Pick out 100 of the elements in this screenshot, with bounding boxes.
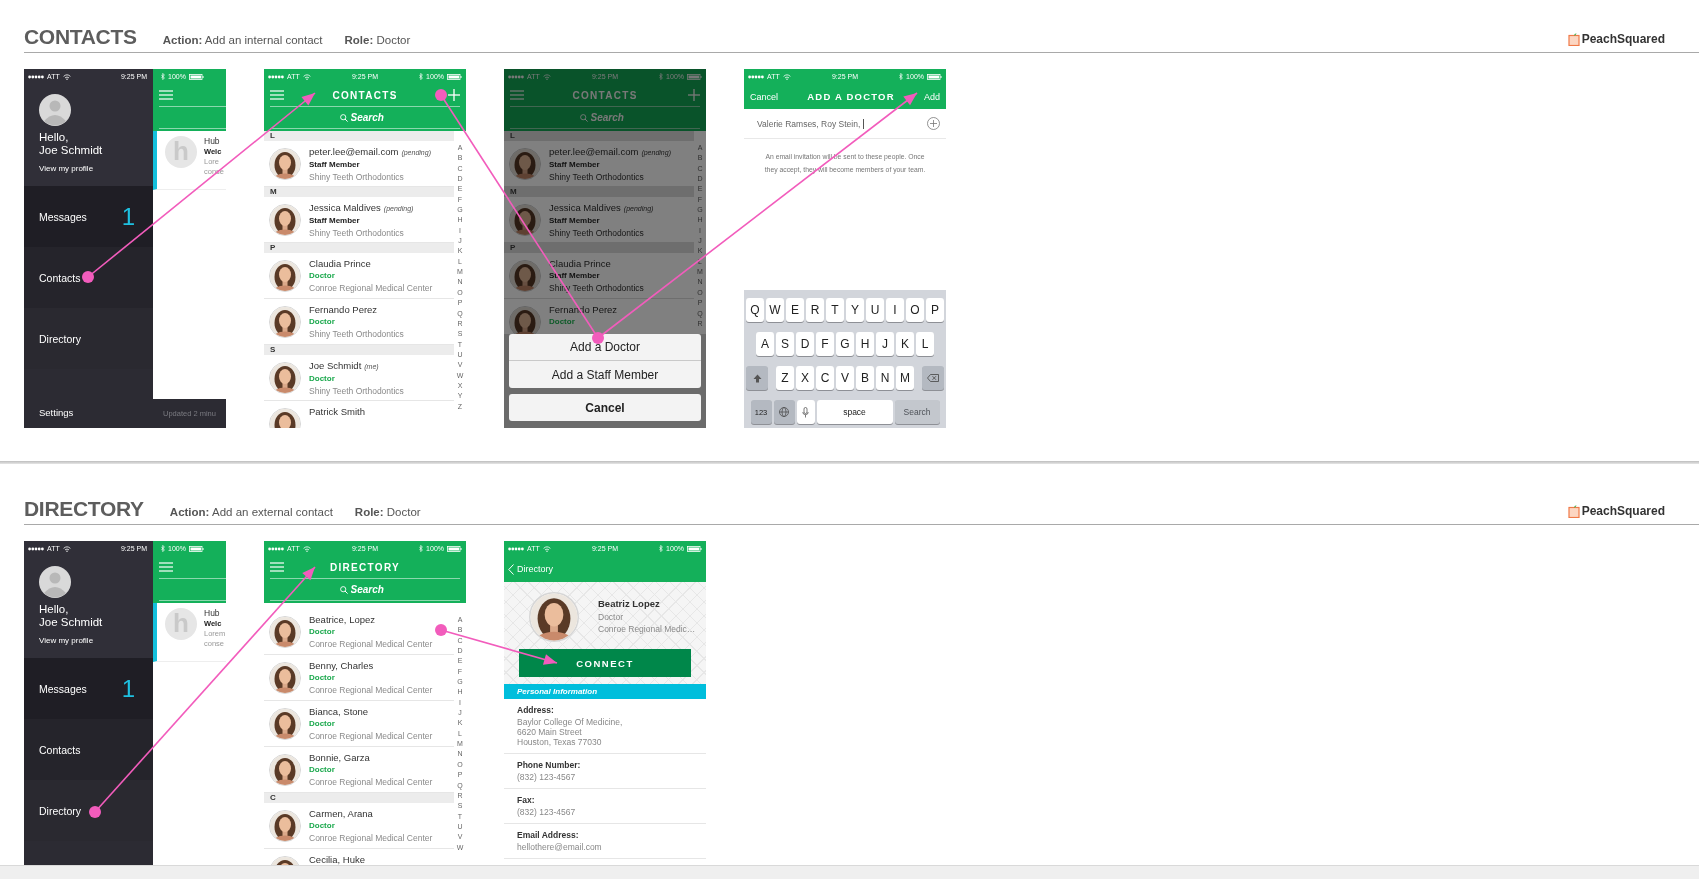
field-label: Fax: — [517, 795, 536, 805]
menu-item[interactable]: Messages 1 — [24, 658, 153, 719]
key[interactable]: W — [766, 298, 784, 322]
microphone-icon — [802, 406, 809, 418]
profile-name: Beatriz Lopez — [598, 598, 661, 611]
bluetooth-icon — [659, 545, 664, 552]
key[interactable]: H — [856, 332, 874, 356]
shift-key[interactable] — [746, 366, 768, 390]
message-sender: Hub — [204, 136, 221, 147]
recipients-field[interactable]: Valerie Ramses, Roy Stein, — [757, 114, 927, 133]
search-field[interactable]: Search — [590, 112, 631, 123]
bluetooth-icon — [419, 73, 424, 80]
menu-item[interactable]: Contacts — [24, 247, 153, 308]
globe-key[interactable] — [773, 400, 795, 424]
message-count: 1 — [121, 674, 135, 703]
key[interactable]: N — [876, 366, 894, 390]
menu-icon[interactable] — [270, 562, 284, 572]
profile-link[interactable]: View my profile — [39, 164, 94, 173]
key[interactable]: D — [796, 332, 814, 356]
key[interactable]: Q — [746, 298, 764, 322]
contact-row[interactable]: Bianca, Stone Doctor Conroe Regional Medical Center — [264, 701, 454, 747]
key[interactable]: A — [756, 332, 774, 356]
field-value: hellothere@email.com — [517, 842, 603, 852]
message-count: 1 — [121, 202, 135, 231]
bluetooth-icon — [899, 73, 904, 80]
key[interactable]: I — [886, 298, 904, 322]
key[interactable]: X — [796, 366, 814, 390]
key[interactable]: E — [786, 298, 804, 322]
key[interactable]: R — [806, 298, 824, 322]
search-icon — [579, 113, 588, 122]
key[interactable]: Z — [776, 366, 794, 390]
key[interactable]: M — [896, 366, 914, 390]
add-icon[interactable] — [688, 89, 700, 101]
key[interactable]: P — [926, 298, 944, 322]
bluetooth-icon — [161, 545, 165, 552]
contact-name: Bonnie, Garza — [309, 752, 370, 763]
contact-name: Benny, Charles — [309, 660, 374, 671]
contact-row[interactable]: Benny, Charles Doctor Conroe Regional Medical Center — [264, 655, 454, 701]
wifi-icon — [542, 545, 551, 552]
screen-title: ADD A DOCTOR — [807, 91, 895, 102]
menu-item[interactable]: Messages 1 — [24, 186, 153, 247]
add-icon[interactable] — [448, 89, 460, 101]
key[interactable]: Y — [846, 298, 864, 322]
menu-icon[interactable] — [159, 90, 173, 100]
key[interactable]: space — [816, 400, 893, 424]
section-title: DIRECTORY — [24, 496, 144, 522]
search-icon — [339, 113, 348, 122]
contact-row[interactable]: Patrick Smith — [264, 401, 454, 428]
section-header: C — [264, 793, 454, 803]
contact-role: Doctor — [309, 270, 335, 282]
brand-name: PeachSquared — [1581, 504, 1665, 518]
section-header: P — [264, 243, 454, 253]
key[interactable]: B — [856, 366, 874, 390]
key[interactable]: C — [816, 366, 834, 390]
menu-icon[interactable] — [270, 90, 284, 100]
sheet-option[interactable]: Add a Staff Member — [509, 361, 701, 388]
cancel-button[interactable]: Cancel — [509, 394, 701, 421]
profile-link[interactable]: View my profile — [39, 636, 94, 645]
key[interactable]: F — [816, 332, 834, 356]
backspace-key[interactable] — [922, 366, 944, 390]
menu-item[interactable]: Contacts — [24, 719, 153, 780]
key[interactable]: S — [776, 332, 794, 356]
search-icon — [339, 585, 348, 594]
microphone-key[interactable] — [796, 400, 815, 424]
action-text: Action: Add an external contact — [169, 505, 333, 518]
organization-name: Conroe Regional Medical Center — [309, 730, 433, 742]
contact-name: Carmen, Arana — [309, 808, 373, 819]
screen-title: CONTACTS — [331, 89, 399, 101]
bluetooth-icon — [161, 73, 165, 80]
contact-row[interactable]: Carmen, Arana Doctor Conroe Regional Medical Center — [264, 803, 454, 849]
key[interactable]: T — [826, 298, 844, 322]
connect-button[interactable]: CONNECT — [519, 649, 691, 677]
key[interactable]: U — [866, 298, 884, 322]
key[interactable]: O — [906, 298, 924, 322]
battery-icon — [188, 545, 204, 552]
contact-row[interactable]: Claudia Prince Doctor Conroe Regional Medical Center — [264, 253, 454, 299]
search-field[interactable]: Search — [350, 584, 391, 595]
key[interactable]: G — [836, 332, 854, 356]
menu-icon[interactable] — [510, 90, 524, 100]
key[interactable]: V — [836, 366, 854, 390]
section-header: S — [264, 345, 454, 355]
bluetooth-icon — [419, 545, 424, 552]
action-text: Action: Add an internal contact — [162, 33, 323, 46]
key[interactable]: K — [896, 332, 914, 356]
sheet-option[interactable]: Add a Doctor — [509, 334, 701, 361]
field-label: Address: — [517, 705, 555, 715]
battery-icon — [687, 545, 702, 552]
wifi-icon — [62, 545, 71, 552]
contact-role: Doctor — [309, 373, 335, 385]
menu-icon[interactable] — [159, 562, 173, 572]
bluetooth-icon — [659, 73, 664, 80]
field-value: (832) 123-4567 — [517, 772, 577, 782]
contact-role: Doctor — [309, 626, 335, 638]
key[interactable]: J — [876, 332, 894, 356]
search-field[interactable]: Search — [350, 112, 391, 123]
key[interactable]: L — [916, 332, 934, 356]
contact-row[interactable]: Beatrice, Lopez Doctor Conroe Regional Medical Center — [264, 609, 454, 655]
battery-icon — [447, 545, 462, 552]
signal-icon — [748, 74, 764, 79]
contact-name: Jessica Maldives — [549, 202, 621, 213]
